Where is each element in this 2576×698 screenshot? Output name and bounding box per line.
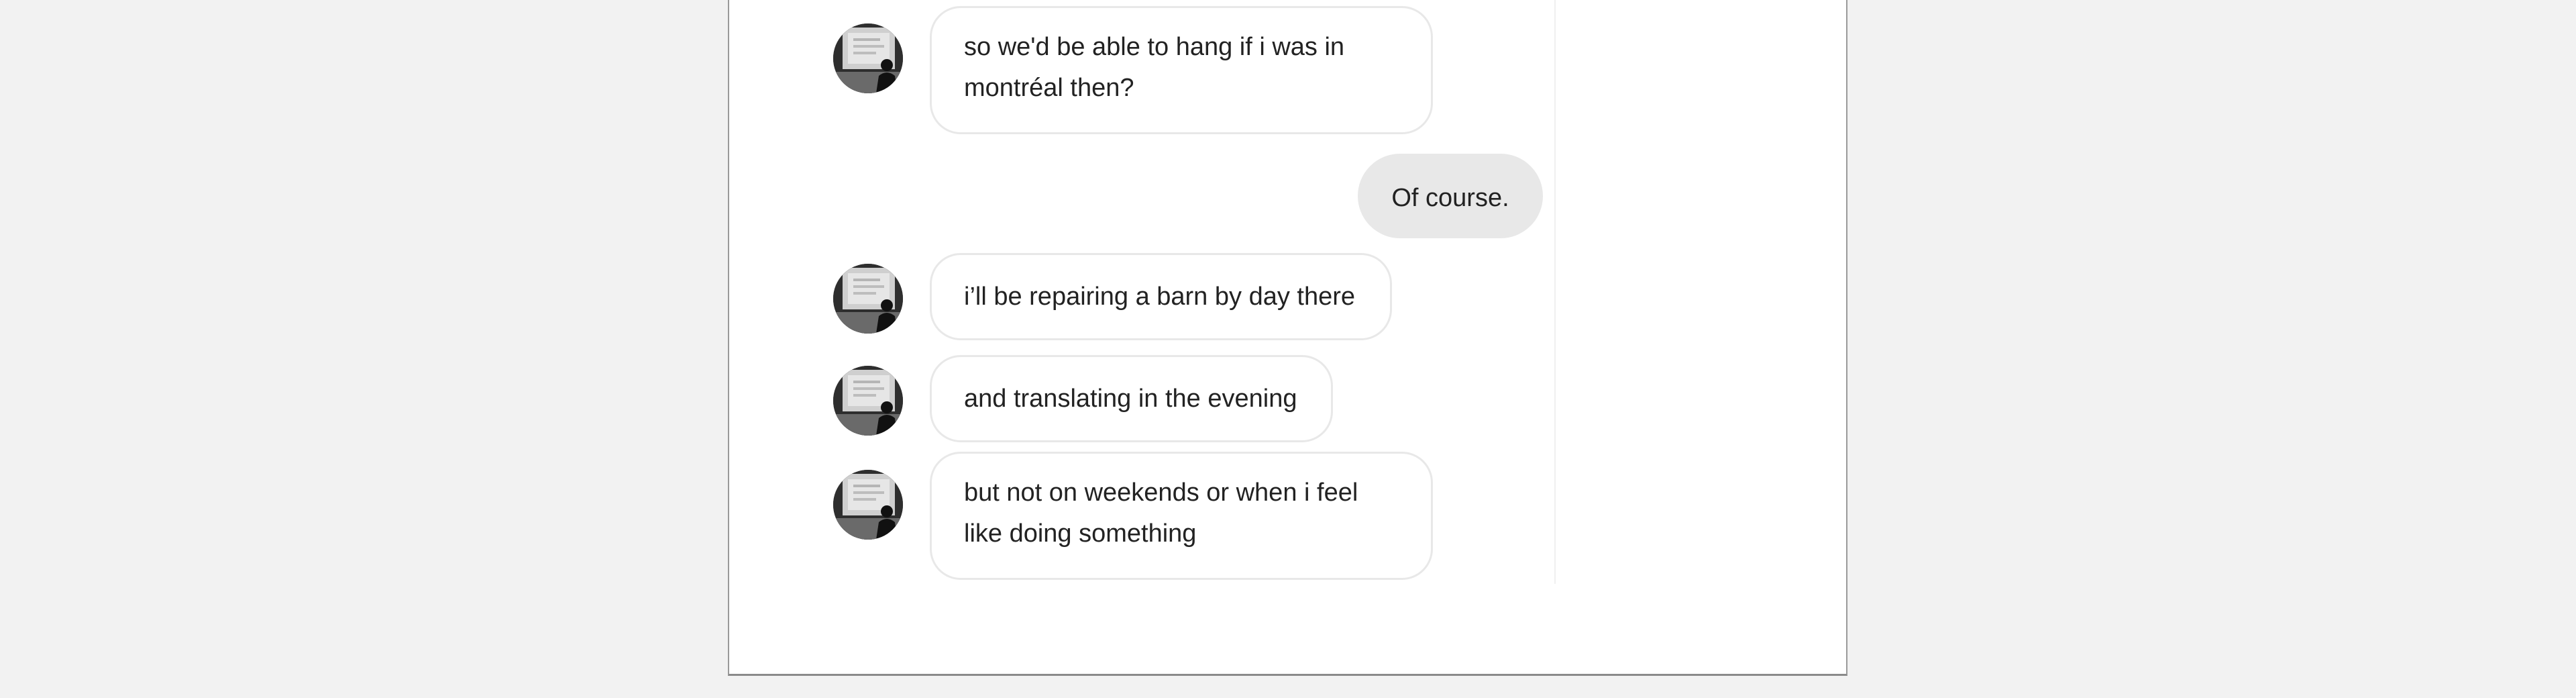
contact-avatar[interactable] [833, 366, 903, 436]
avatar-photo-icon [833, 470, 903, 540]
incoming-message-bubble[interactable]: i’ll be repairing a barn by day there [930, 253, 1392, 340]
incoming-message-bubble[interactable]: but not on weekends or when i feel like … [930, 452, 1433, 580]
contact-avatar[interactable] [833, 470, 903, 540]
avatar-photo-icon [833, 366, 903, 436]
avatar-photo-icon [833, 23, 903, 93]
incoming-message-bubble[interactable]: so we'd be able to hang if i was in mont… [930, 6, 1433, 134]
avatar-photo-icon [833, 264, 903, 334]
chat-window: so we'd be able to hang if i was in mont… [728, 0, 1847, 676]
incoming-message-bubble[interactable]: and translating in the evening [930, 355, 1333, 442]
contact-avatar[interactable] [833, 23, 903, 93]
contact-avatar[interactable] [833, 264, 903, 334]
message-thread[interactable]: so we'd be able to hang if i was in mont… [729, 0, 1556, 584]
outgoing-message-bubble[interactable]: Of course. [1358, 154, 1543, 238]
